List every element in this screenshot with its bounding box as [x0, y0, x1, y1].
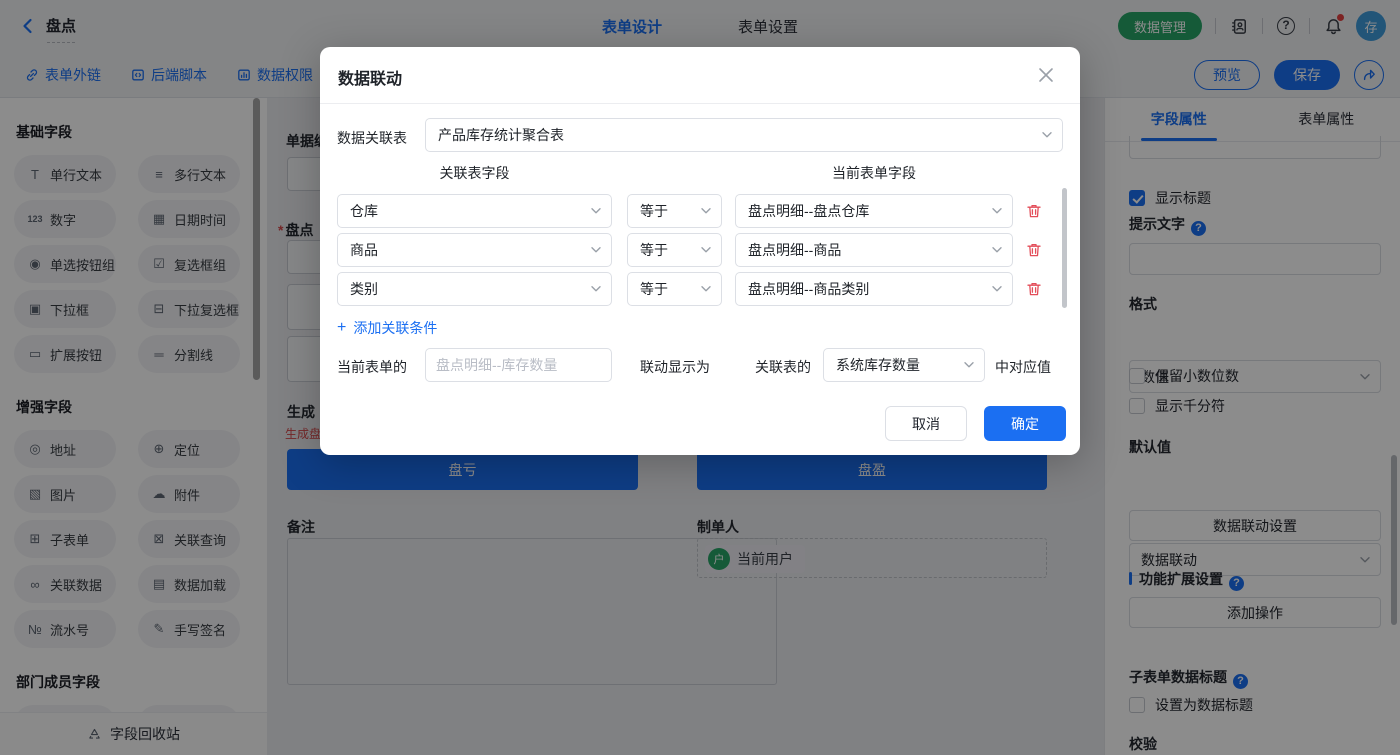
chevron-down-icon: [701, 247, 711, 254]
condition-row: 类别 等于 盘点明细--商品类别: [320, 272, 1080, 306]
linkage-prefix-label: 当前表单的: [337, 357, 407, 377]
chevron-down-icon: [992, 247, 1002, 254]
condition-right-select[interactable]: 盘点明细--商品类别: [735, 272, 1013, 306]
chevron-down-icon: [701, 286, 711, 293]
condition-row: 商品 等于 盘点明细--商品: [320, 233, 1080, 267]
condition-row: 仓库 等于 盘点明细--盘点仓库: [320, 194, 1080, 228]
chevron-down-icon: [591, 247, 601, 254]
condition-left-select[interactable]: 商品: [337, 233, 612, 267]
confirm-button[interactable]: 确定: [984, 406, 1066, 441]
data-linkage-modal: 数据联动 数据关联表 产品库存统计聚合表 关联表字段 当前表单字段 仓库 等于 …: [320, 47, 1080, 455]
relation-prefix-label: 关联表的: [755, 357, 811, 377]
app-root: 盘点 表单设计 表单设置 数据管理 ? 存 表单外链 后端脚本 数据权限 预览 …: [0, 0, 1400, 755]
condition-op-select[interactable]: 等于: [627, 194, 722, 228]
condition-op-select[interactable]: 等于: [627, 272, 722, 306]
linkage-mid-label: 联动显示为: [640, 357, 710, 377]
condition-left-select[interactable]: 仓库: [337, 194, 612, 228]
delete-condition-icon[interactable]: [1026, 203, 1042, 219]
delete-condition-icon[interactable]: [1026, 281, 1042, 297]
column-header-left: 关联表字段: [337, 163, 612, 183]
current-form-field-input[interactable]: [425, 348, 612, 382]
cancel-button[interactable]: 取消: [885, 406, 967, 441]
relation-table-label: 数据关联表: [337, 128, 407, 148]
relation-table-select[interactable]: 产品库存统计聚合表: [425, 118, 1063, 152]
modal-title: 数据联动: [338, 65, 402, 89]
chevron-down-icon: [992, 208, 1002, 215]
chevron-down-icon: [1042, 132, 1052, 139]
linkage-suffix-label: 中对应值: [995, 357, 1051, 377]
condition-right-select[interactable]: 盘点明细--商品: [735, 233, 1013, 267]
modal-scrollbar[interactable]: [1062, 188, 1067, 308]
relation-field-select[interactable]: 系统库存数量: [823, 348, 985, 382]
chevron-down-icon: [701, 208, 711, 215]
add-condition-link[interactable]: + 添加关联条件: [337, 318, 437, 338]
chevron-down-icon: [591, 286, 601, 293]
chevron-down-icon: [591, 208, 601, 215]
chevron-down-icon: [964, 362, 974, 369]
delete-condition-icon[interactable]: [1026, 242, 1042, 258]
condition-right-select[interactable]: 盘点明细--盘点仓库: [735, 194, 1013, 228]
modal-header-divider: [320, 103, 1080, 104]
condition-left-select[interactable]: 类别: [337, 272, 612, 306]
close-icon[interactable]: [1036, 65, 1056, 85]
condition-op-select[interactable]: 等于: [627, 233, 722, 267]
column-header-right: 当前表单字段: [735, 163, 1013, 183]
plus-icon: +: [337, 321, 346, 335]
chevron-down-icon: [992, 286, 1002, 293]
